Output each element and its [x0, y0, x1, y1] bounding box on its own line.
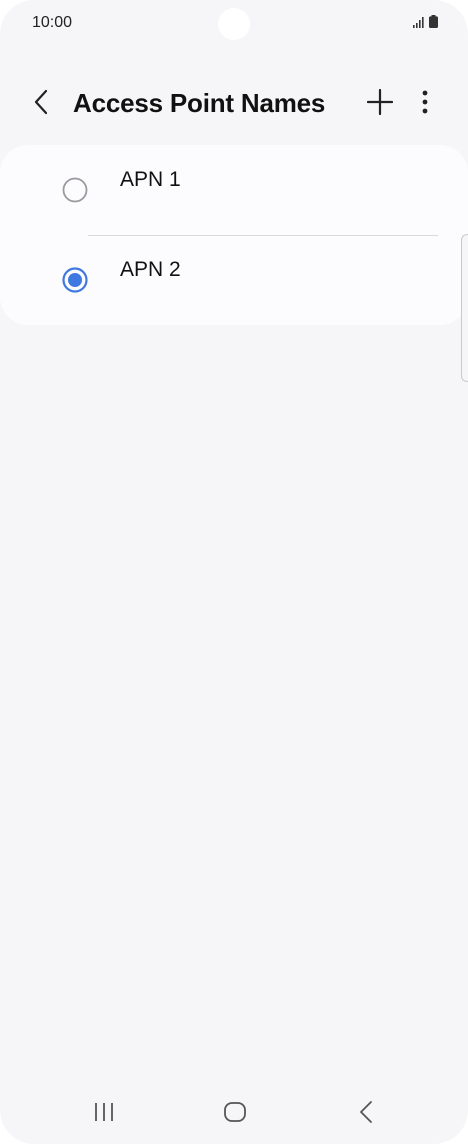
list-item-apn-2[interactable]: APN 2 [0, 235, 468, 325]
more-options-button[interactable] [410, 86, 440, 122]
status-time: 10:00 [32, 14, 73, 31]
more-vertical-icon [422, 90, 428, 119]
status-icons [413, 15, 438, 33]
apn-label: APN 1 [120, 168, 181, 191]
home-icon [223, 1100, 247, 1129]
add-apn-button[interactable] [362, 86, 398, 122]
front-camera-cutout [218, 8, 250, 40]
back-button[interactable] [24, 86, 58, 122]
phone-screen: 10:00 Access Point Names APN 1 APN 2 [0, 0, 468, 1144]
apn-list: APN 1 APN 2 [0, 145, 468, 325]
battery-icon [429, 15, 438, 33]
home-button[interactable] [205, 1090, 265, 1138]
recents-button[interactable] [74, 1090, 134, 1138]
recents-icon [93, 1102, 115, 1127]
navigation-bar [0, 1090, 468, 1138]
radio-selected-icon[interactable] [62, 267, 88, 293]
radio-unselected-icon[interactable] [62, 177, 88, 203]
nav-back-button[interactable] [336, 1090, 396, 1138]
page-title: Access Point Names [73, 88, 326, 118]
back-chevron-icon [33, 89, 49, 120]
back-icon [359, 1100, 373, 1129]
signal-icon [413, 15, 425, 33]
apn-label: APN 2 [120, 258, 181, 281]
list-item-apn-1[interactable]: APN 1 [0, 145, 468, 235]
plus-icon [366, 88, 394, 120]
scroll-handle[interactable] [461, 234, 468, 382]
